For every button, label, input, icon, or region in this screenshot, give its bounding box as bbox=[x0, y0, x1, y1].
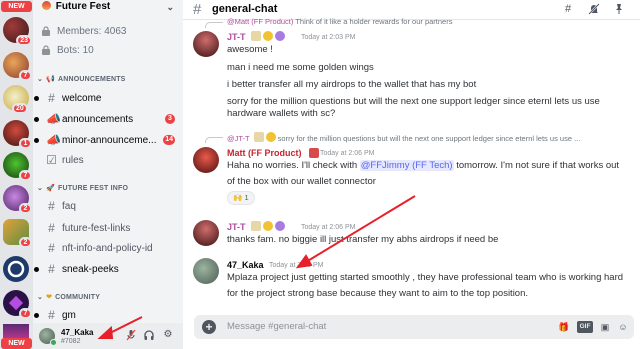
annotation-arrows bbox=[97, 195, 416, 339]
arrowhead bbox=[97, 325, 114, 339]
annotation-arrow-message bbox=[305, 195, 416, 263]
annotation-arrow-user bbox=[107, 316, 143, 335]
arrowhead bbox=[295, 254, 313, 269]
